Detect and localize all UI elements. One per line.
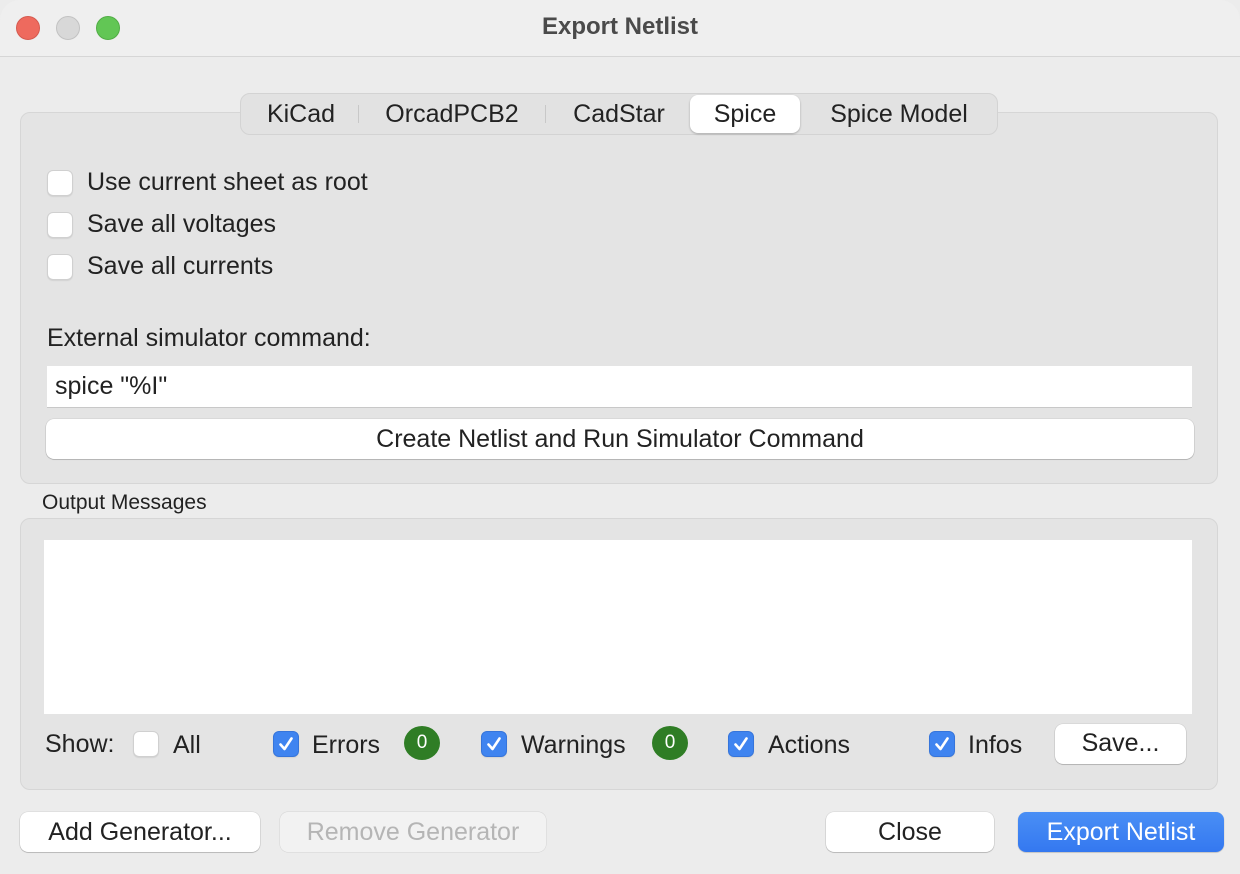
show-actions-label: Actions bbox=[768, 731, 850, 759]
show-errors-checkbox[interactable] bbox=[273, 731, 299, 757]
export-netlist-dialog: Export Netlist KiCad OrcadPCB2 CadStar S… bbox=[0, 0, 1240, 874]
show-actions-checkbox[interactable] bbox=[728, 731, 754, 757]
use-current-sheet-checkbox[interactable] bbox=[47, 170, 73, 196]
use-current-sheet-label: Use current sheet as root bbox=[87, 168, 368, 196]
remove-generator-button[interactable]: Remove Generator bbox=[280, 812, 546, 852]
tab-divider bbox=[545, 105, 546, 123]
window-title: Export Netlist bbox=[541, 13, 699, 40]
output-messages-area[interactable] bbox=[44, 540, 1192, 714]
export-netlist-button[interactable]: Export Netlist bbox=[1018, 812, 1224, 852]
show-warnings-label: Warnings bbox=[521, 731, 626, 759]
title-bar: Export Netlist bbox=[0, 0, 1240, 57]
tab-kicad[interactable]: KiCad bbox=[253, 95, 349, 133]
add-generator-button[interactable]: Add Generator... bbox=[20, 812, 260, 852]
simulator-command-input[interactable] bbox=[47, 366, 1192, 408]
checkmark-icon bbox=[734, 737, 748, 751]
tab-spice[interactable]: Spice bbox=[690, 95, 800, 133]
run-simulator-button[interactable]: Create Netlist and Run Simulator Command bbox=[46, 419, 1194, 459]
show-all-checkbox[interactable] bbox=[133, 731, 159, 757]
tab-spice-model[interactable]: Spice Model bbox=[811, 95, 987, 133]
warnings-count-badge: 0 bbox=[652, 726, 688, 760]
save-all-currents-checkbox[interactable] bbox=[47, 254, 73, 280]
show-warnings-checkbox[interactable] bbox=[481, 731, 507, 757]
output-messages-label: Output Messages bbox=[42, 491, 207, 514]
show-label: Show: bbox=[45, 730, 115, 758]
show-infos-checkbox[interactable] bbox=[929, 731, 955, 757]
save-all-voltages-label: Save all voltages bbox=[87, 210, 277, 238]
format-tabs: KiCad OrcadPCB2 CadStar Spice Spice Mode… bbox=[240, 93, 998, 135]
simulator-command-label: External simulator command: bbox=[47, 324, 371, 352]
save-all-voltages-checkbox[interactable] bbox=[47, 212, 73, 238]
checkmark-icon bbox=[279, 737, 293, 751]
close-button[interactable]: Close bbox=[826, 812, 994, 852]
checkmark-icon bbox=[487, 737, 501, 751]
save-all-currents-label: Save all currents bbox=[87, 252, 274, 280]
show-all-label: All bbox=[173, 731, 201, 759]
tab-divider bbox=[358, 105, 359, 123]
tab-orcadpcb2[interactable]: OrcadPCB2 bbox=[367, 95, 537, 133]
checkmark-icon bbox=[935, 737, 949, 751]
errors-count-badge: 0 bbox=[404, 726, 440, 760]
show-errors-label: Errors bbox=[312, 731, 381, 759]
show-infos-label: Infos bbox=[968, 731, 1023, 759]
save-messages-button[interactable]: Save... bbox=[1055, 724, 1186, 764]
tab-cadstar[interactable]: CadStar bbox=[555, 95, 683, 133]
